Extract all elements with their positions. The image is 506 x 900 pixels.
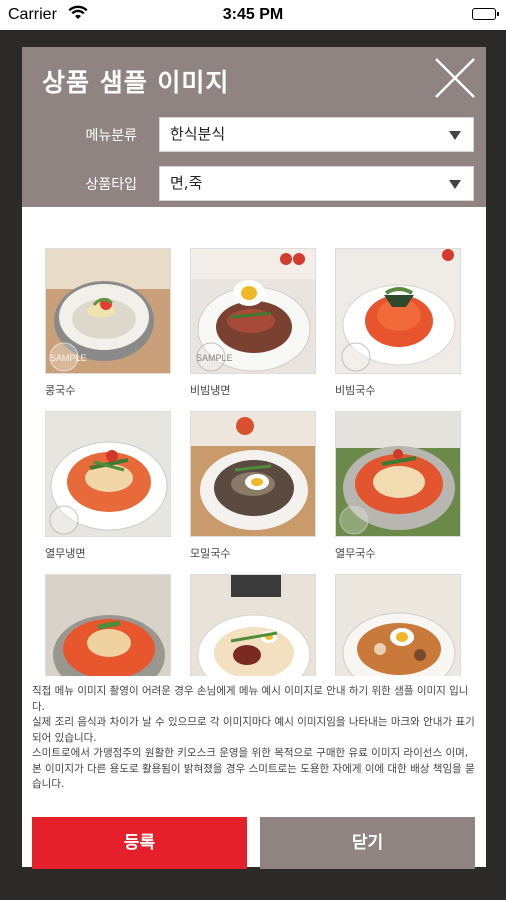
dropdown-arrow-icon <box>449 180 461 189</box>
notice-line: 스미트로에서 가맹점주의 원활한 키오스크 운영을 위한 목적으로 구매한 유료… <box>32 747 475 790</box>
food-thumbnail[interactable] <box>45 411 171 537</box>
item-name: 비빔국수 <box>335 384 376 397</box>
food-thumbnail[interactable] <box>335 411 461 537</box>
close-x-icon[interactable] <box>434 57 476 99</box>
notice-line: 실제 조리 음식과 차이가 날 수 있으므로 각 이미지마다 예시 이미지임을 … <box>32 716 475 744</box>
food-thumbnail[interactable]: SAMPLE <box>190 248 316 374</box>
sample-item[interactable] <box>190 574 316 676</box>
food-thumbnail[interactable] <box>190 411 316 537</box>
sample-item[interactable]: SAMPLE 콩국수 <box>45 248 171 397</box>
sample-item[interactable]: SAMPLE 비빔냉면 <box>190 248 316 397</box>
modal-title: 상품 샘플 이미지 <box>42 68 230 97</box>
product-type-value: 면,죽 <box>170 174 203 192</box>
sample-image-modal: 상품 샘플 이미지 메뉴분류 한식분식 상품타입 면,죽 SAMPLE 콩국수 … <box>22 47 486 869</box>
battery-icon <box>472 8 499 20</box>
food-thumbnail[interactable]: SAMPLE <box>45 248 171 374</box>
sample-watermark: SAMPLE <box>196 353 233 363</box>
item-name: 콩국수 <box>45 384 76 397</box>
product-type-select[interactable]: 면,죽 <box>159 166 474 201</box>
food-thumbnail[interactable] <box>190 574 316 676</box>
sample-notice: 직접 메뉴 이미지 촬영이 어려운 경우 손님에게 메뉴 예시 이미지로 안내 … <box>32 684 476 793</box>
menu-category-value: 한식분식 <box>170 125 226 143</box>
modal-header: 상품 샘플 이미지 메뉴분류 한식분식 상품타입 면,죽 <box>22 47 486 207</box>
item-name: 열무국수 <box>335 547 376 560</box>
sample-image-grid: SAMPLE 콩국수 SAMPLE 비빔냉면 비빔국수 열무냉면 모밀국수 열무… <box>45 248 465 676</box>
sample-item[interactable] <box>45 574 171 676</box>
item-name: 열무냉면 <box>45 547 86 560</box>
close-button[interactable]: 닫기 <box>260 817 475 869</box>
sample-item[interactable]: 모밀국수 <box>190 411 316 560</box>
register-button[interactable]: 등록 <box>32 817 247 869</box>
food-thumbnail[interactable] <box>335 574 461 676</box>
clock: 3:45 PM <box>222 6 284 23</box>
menu-category-select[interactable]: 한식분식 <box>159 117 474 152</box>
sample-watermark: SAMPLE <box>50 353 87 363</box>
sample-item[interactable]: 열무냉면 <box>45 411 171 560</box>
sample-item[interactable]: 비빔국수 <box>335 248 461 397</box>
dropdown-arrow-icon <box>449 131 461 140</box>
food-thumbnail[interactable] <box>335 248 461 374</box>
menu-category-label: 메뉴분류 <box>85 128 137 144</box>
sample-item[interactable] <box>335 574 461 676</box>
product-type-label: 상품타입 <box>85 177 137 193</box>
item-name: 모밀국수 <box>190 547 231 560</box>
notice-line: 직접 메뉴 이미지 촬영이 어려운 경우 손님에게 메뉴 예시 이미지로 안내 … <box>32 685 469 713</box>
status-bar: Carrier 3:45 PM <box>0 0 506 30</box>
sample-item[interactable]: 열무국수 <box>335 411 461 560</box>
food-thumbnail[interactable] <box>45 574 171 676</box>
item-name: 비빔냉면 <box>190 384 231 397</box>
